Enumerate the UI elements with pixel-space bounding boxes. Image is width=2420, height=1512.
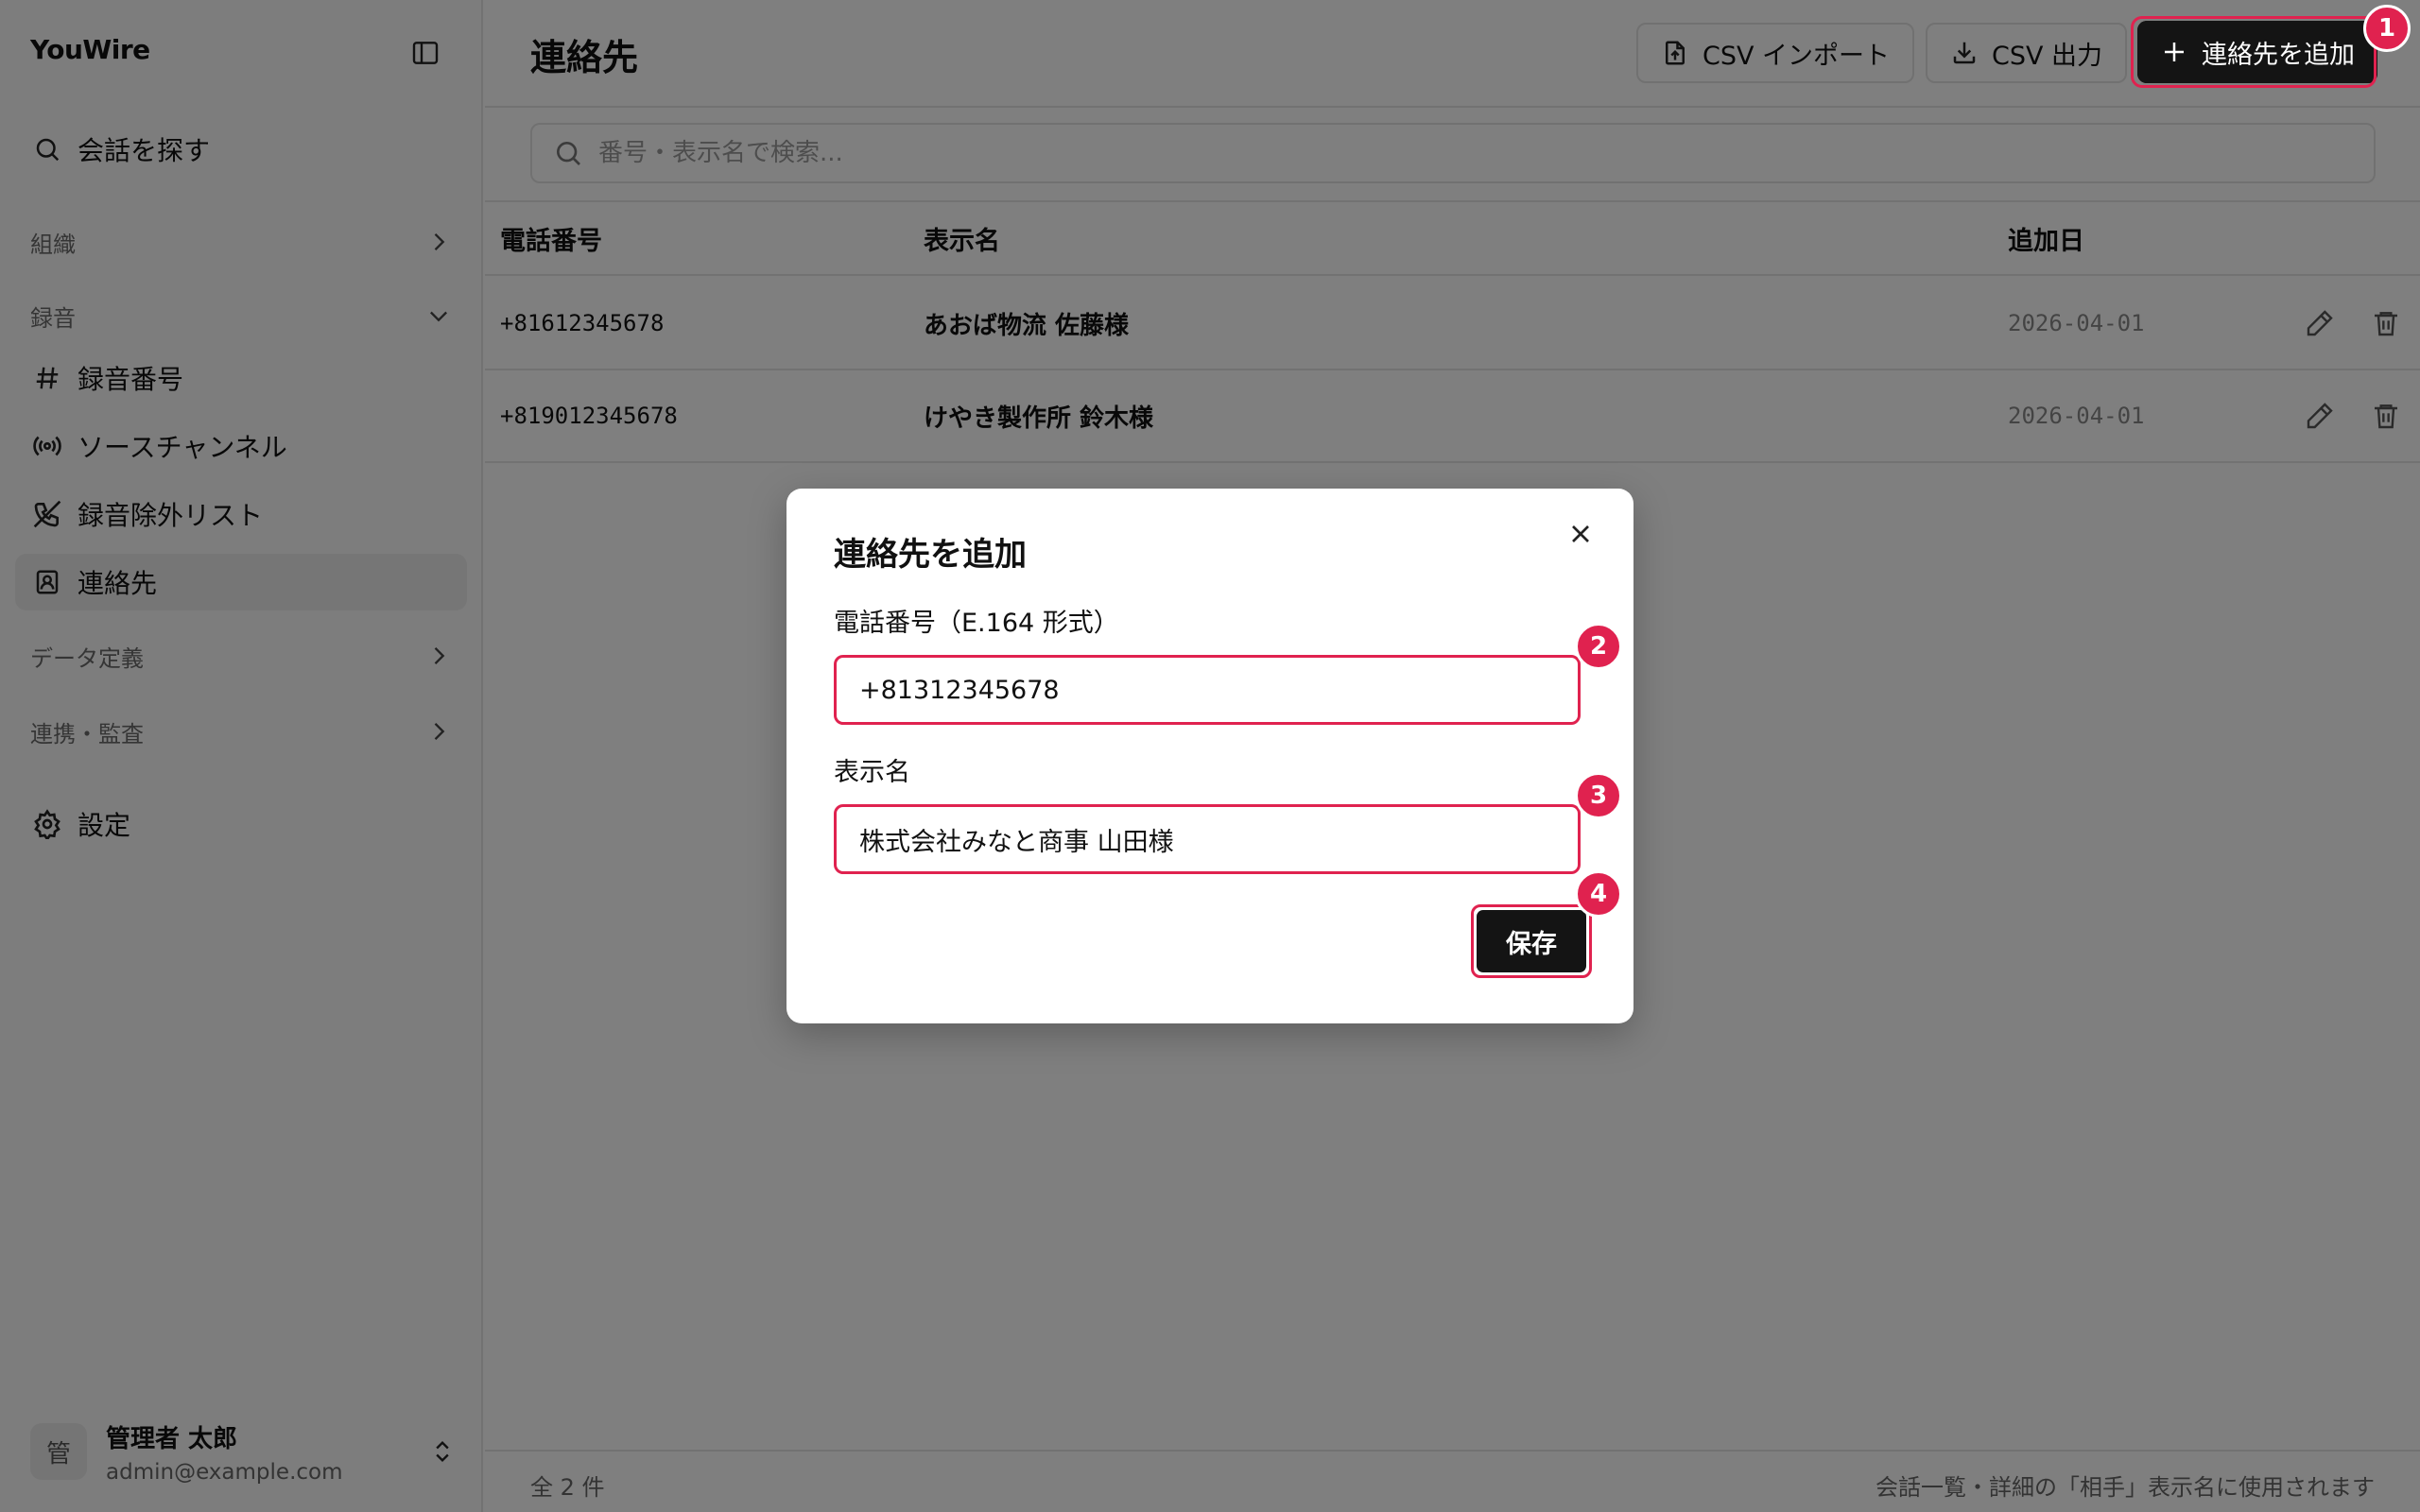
- phone-input[interactable]: [859, 675, 1578, 705]
- step-badge: 3: [1575, 772, 1622, 819]
- dialog-title: 連絡先を追加: [834, 536, 1027, 574]
- step-badge: 1: [2363, 5, 2411, 52]
- step-highlight: [2131, 16, 2377, 88]
- step-badge: 4: [1575, 870, 1622, 918]
- display-name-field-label: 表示名: [834, 758, 910, 787]
- save-button[interactable]: 保存: [1471, 904, 1592, 978]
- phone-field[interactable]: [834, 655, 1581, 725]
- close-icon[interactable]: [1565, 519, 1596, 549]
- display-name-field[interactable]: [834, 804, 1581, 874]
- display-name-input[interactable]: [859, 824, 1578, 854]
- save-label: 保存: [1477, 910, 1586, 972]
- phone-field-label: 電話番号（E.164 形式）: [834, 609, 1119, 638]
- step-badge: 2: [1575, 623, 1622, 670]
- add-contact-dialog: 連絡先を追加 電話番号（E.164 形式） 表示名 保存 2 3 4: [786, 489, 1634, 1023]
